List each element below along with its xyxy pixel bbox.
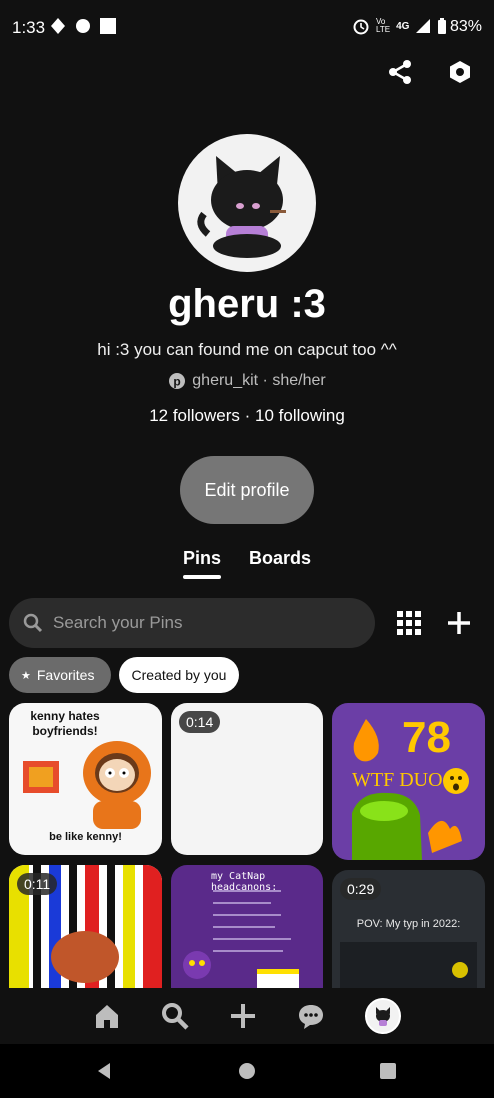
screen-recording-illustration: [340, 942, 477, 988]
status-bar: 1:33 Vo LTE 4G 83%: [0, 0, 494, 54]
video-duration-badge: 0:11: [17, 873, 58, 895]
profile-nav-avatar[interactable]: [365, 998, 401, 1034]
streak-number: 78: [402, 713, 451, 762]
pin-subtitle: WTF DUO: [352, 769, 443, 791]
search-icon: [23, 613, 43, 633]
plus-icon: [448, 612, 470, 634]
grid-icon: [397, 611, 421, 635]
pin-card[interactable]: 0:11: [9, 865, 162, 988]
followers-count[interactable]: 12 followers: [149, 406, 240, 426]
tab-boards[interactable]: Boards: [249, 548, 311, 579]
settings-hexagon-icon: [450, 61, 470, 83]
profile-name: gheru :3: [168, 282, 326, 326]
battery-percent: 83%: [449, 18, 482, 35]
add-button[interactable]: [446, 610, 472, 636]
create-icon[interactable]: [229, 1002, 257, 1030]
system-navigation-bar: [0, 1044, 494, 1098]
status-time: 1:33: [12, 18, 46, 37]
profile-avatar[interactable]: [178, 134, 316, 272]
svg-text:p: p: [174, 375, 181, 389]
favorites-label: Favorites: [36, 667, 95, 683]
pin-card[interactable]: kenny hates boyfriends! be like kenny!: [9, 703, 162, 855]
search-nav-icon[interactable]: [161, 1002, 189, 1030]
cat-avatar-mini-icon: [376, 1007, 390, 1026]
battery-icon: [438, 17, 447, 34]
search-input[interactable]: [51, 612, 335, 634]
created-label: Created by you: [131, 667, 227, 683]
grid-layout-button[interactable]: [396, 610, 422, 636]
pin-card[interactable]: 0:14: [171, 703, 323, 855]
diamond-icon: [51, 18, 65, 34]
volte-icon: Vo LTE: [376, 17, 391, 34]
notification-icons: [50, 17, 116, 35]
network-type-label: 4G: [396, 20, 410, 32]
handle-text: gheru_kit: [192, 372, 259, 389]
alarm-icon: [353, 19, 369, 35]
pin-card[interactable]: 78 WTF DUO: [332, 703, 485, 860]
profile-handle-row: p gheru_kit · she/her: [0, 372, 494, 390]
tab-pins[interactable]: Pins: [182, 548, 222, 579]
created-by-you-filter-chip[interactable]: Created by you: [119, 657, 239, 693]
messages-icon[interactable]: [297, 1002, 325, 1030]
signal-icon: [416, 19, 431, 33]
pronouns-text: · she/her: [258, 372, 326, 389]
search-bar[interactable]: [9, 598, 375, 648]
back-icon[interactable]: [94, 1061, 114, 1081]
following-count[interactable]: · 10 following: [240, 406, 345, 426]
profile-handle[interactable]: gheru_kit · she/her: [192, 372, 325, 390]
system-status-icons: Vo LTE 4G: [352, 17, 447, 35]
home-circle-icon[interactable]: [237, 1061, 257, 1081]
share-icon: [389, 60, 411, 84]
follow-counts: 12 followers · 10 following: [0, 406, 494, 426]
pin-card[interactable]: my CatNap headcanons:: [171, 865, 323, 988]
share-button[interactable]: [380, 52, 420, 92]
catnap-illustration: [183, 890, 299, 988]
pinterest-icon: p: [169, 373, 186, 389]
edit-profile-button[interactable]: Edit profile: [180, 456, 314, 524]
cat-avatar-illustration: [197, 156, 286, 258]
bottom-navigation: [0, 988, 494, 1044]
star-icon: ★: [21, 669, 31, 682]
app-notification-icon: [76, 19, 90, 33]
home-icon[interactable]: [93, 1002, 121, 1030]
settings-button[interactable]: [440, 52, 480, 92]
video-duration-badge: 0:14: [179, 711, 221, 733]
recents-icon[interactable]: [378, 1061, 398, 1081]
profile-bio: hi :3 you can found me on capcut too ^^: [97, 340, 397, 359]
favorites-filter-chip[interactable]: ★ Favorites: [9, 657, 111, 693]
square-notification-icon: [100, 18, 116, 34]
profile-tabs: Pins Boards: [0, 548, 494, 579]
pin-bottom-text: be like kenny!: [49, 831, 122, 843]
pin-card[interactable]: 0:29 POV: My typ in 2022:: [332, 870, 485, 988]
